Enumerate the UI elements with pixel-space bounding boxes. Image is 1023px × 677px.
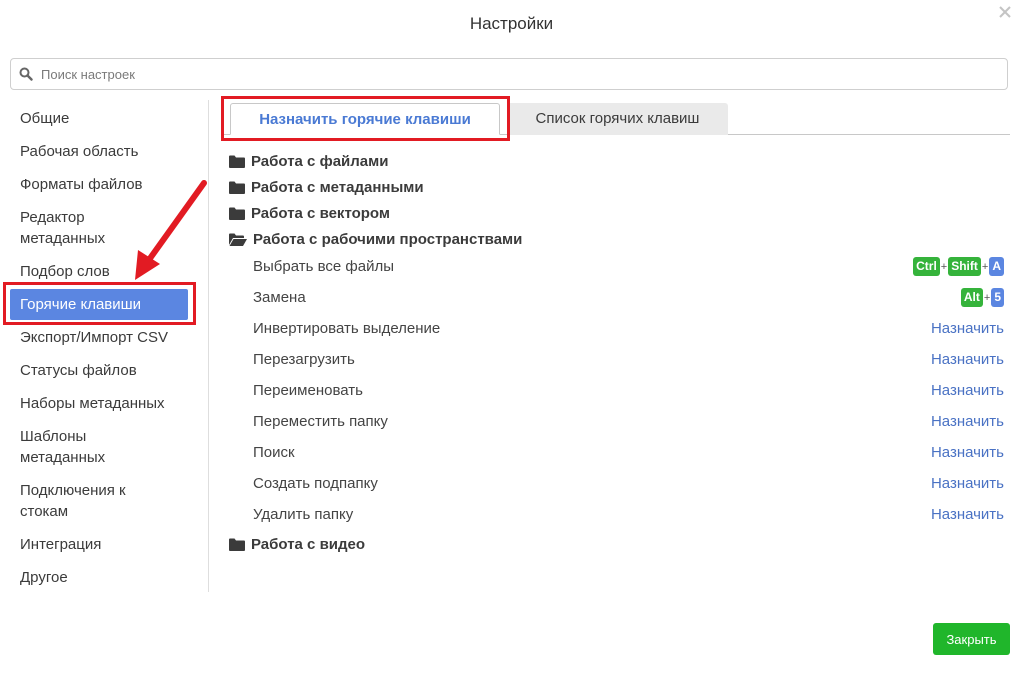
sidebar-item-metadata-templates[interactable]: Шаблоны метаданных <box>20 426 195 468</box>
sidebar-item-metadata-sets[interactable]: Наборы метаданных <box>20 393 195 414</box>
search-input[interactable] <box>39 65 943 83</box>
assign-link-reload[interactable]: Назначить <box>931 351 1004 368</box>
sidebar-item-stock-connections[interactable]: Подключения к стокам <box>20 480 195 522</box>
key-a: A <box>989 257 1004 276</box>
group-label: Работа с видео <box>251 536 366 553</box>
group-label: Работа с файлами <box>251 153 389 170</box>
search-box <box>10 58 1008 90</box>
sidebar-item-workspace[interactable]: Рабочая область <box>20 141 195 162</box>
action-reload: Перезагрузить <box>253 351 355 368</box>
dialog-title: Настройки <box>469 14 554 33</box>
key-ctrl: Ctrl <box>913 257 940 276</box>
group-workspaces[interactable]: Работа с рабочими пространствами <box>229 231 522 248</box>
action-rename: Переименовать <box>253 382 363 399</box>
assign-link-move-folder[interactable]: Назначить <box>931 413 1004 430</box>
action-invert-selection: Инвертировать выделение <box>253 320 441 337</box>
sidebar-item-file-statuses[interactable]: Статусы файлов <box>20 360 195 381</box>
assign-link-search[interactable]: Назначить <box>931 444 1004 461</box>
sidebar-item-hotkeys[interactable]: Горячие клавиши <box>10 289 188 320</box>
tab-hotkeys-list[interactable]: Список горячих клавиш <box>507 103 728 135</box>
folder-icon <box>229 181 245 194</box>
group-label: Работа с метаданными <box>251 179 424 196</box>
action-search: Поиск <box>253 444 295 461</box>
group-metadata[interactable]: Работа с метаданными <box>229 179 424 196</box>
group-label: Работа с рабочими пространствами <box>253 231 523 248</box>
group-vector[interactable]: Работа с вектором <box>229 205 390 222</box>
assign-link-invert-selection[interactable]: Назначить <box>931 320 1004 337</box>
sidebar-item-other[interactable]: Другое <box>20 567 195 588</box>
group-label: Работа с вектором <box>251 205 390 222</box>
action-select-all-files: Выбрать все файлы <box>253 258 394 275</box>
key-5: 5 <box>991 288 1004 307</box>
sidebar-item-csv-export-import[interactable]: Экспорт/Импорт CSV <box>20 327 195 348</box>
assign-link-delete-folder[interactable]: Назначить <box>931 506 1004 523</box>
folder-icon <box>229 155 245 168</box>
close-icon[interactable] <box>998 5 1012 19</box>
folder-icon <box>229 207 245 220</box>
hotkey-select-all-files[interactable]: Ctrl + Shift + A <box>913 257 1004 276</box>
sidebar-item-general[interactable]: Общие <box>20 108 195 129</box>
close-button[interactable]: Закрыть <box>933 623 1010 655</box>
assign-link-create-subfolder[interactable]: Назначить <box>931 475 1004 492</box>
sidebar-item-integration[interactable]: Интеграция <box>20 534 195 555</box>
action-delete-folder: Удалить папку <box>253 506 354 523</box>
arrow-annotation <box>135 180 207 280</box>
search-icon <box>19 67 33 81</box>
group-video[interactable]: Работа с видео <box>229 536 365 553</box>
folder-open-icon <box>229 233 247 246</box>
sidebar-divider <box>208 100 209 592</box>
key-shift: Shift <box>948 257 981 276</box>
hotkey-replace[interactable]: Alt + 5 <box>960 288 1004 307</box>
key-alt: Alt <box>960 288 983 307</box>
assign-link-rename[interactable]: Назначить <box>931 382 1004 399</box>
action-create-subfolder: Создать подпапку <box>253 475 378 492</box>
tab-assign-hotkeys[interactable]: Назначить горячие клавиши <box>230 103 500 135</box>
action-move-folder: Переместить папку <box>253 413 388 430</box>
folder-icon <box>229 538 245 551</box>
group-files[interactable]: Работа с файлами <box>229 153 388 170</box>
action-replace: Замена <box>253 289 306 306</box>
